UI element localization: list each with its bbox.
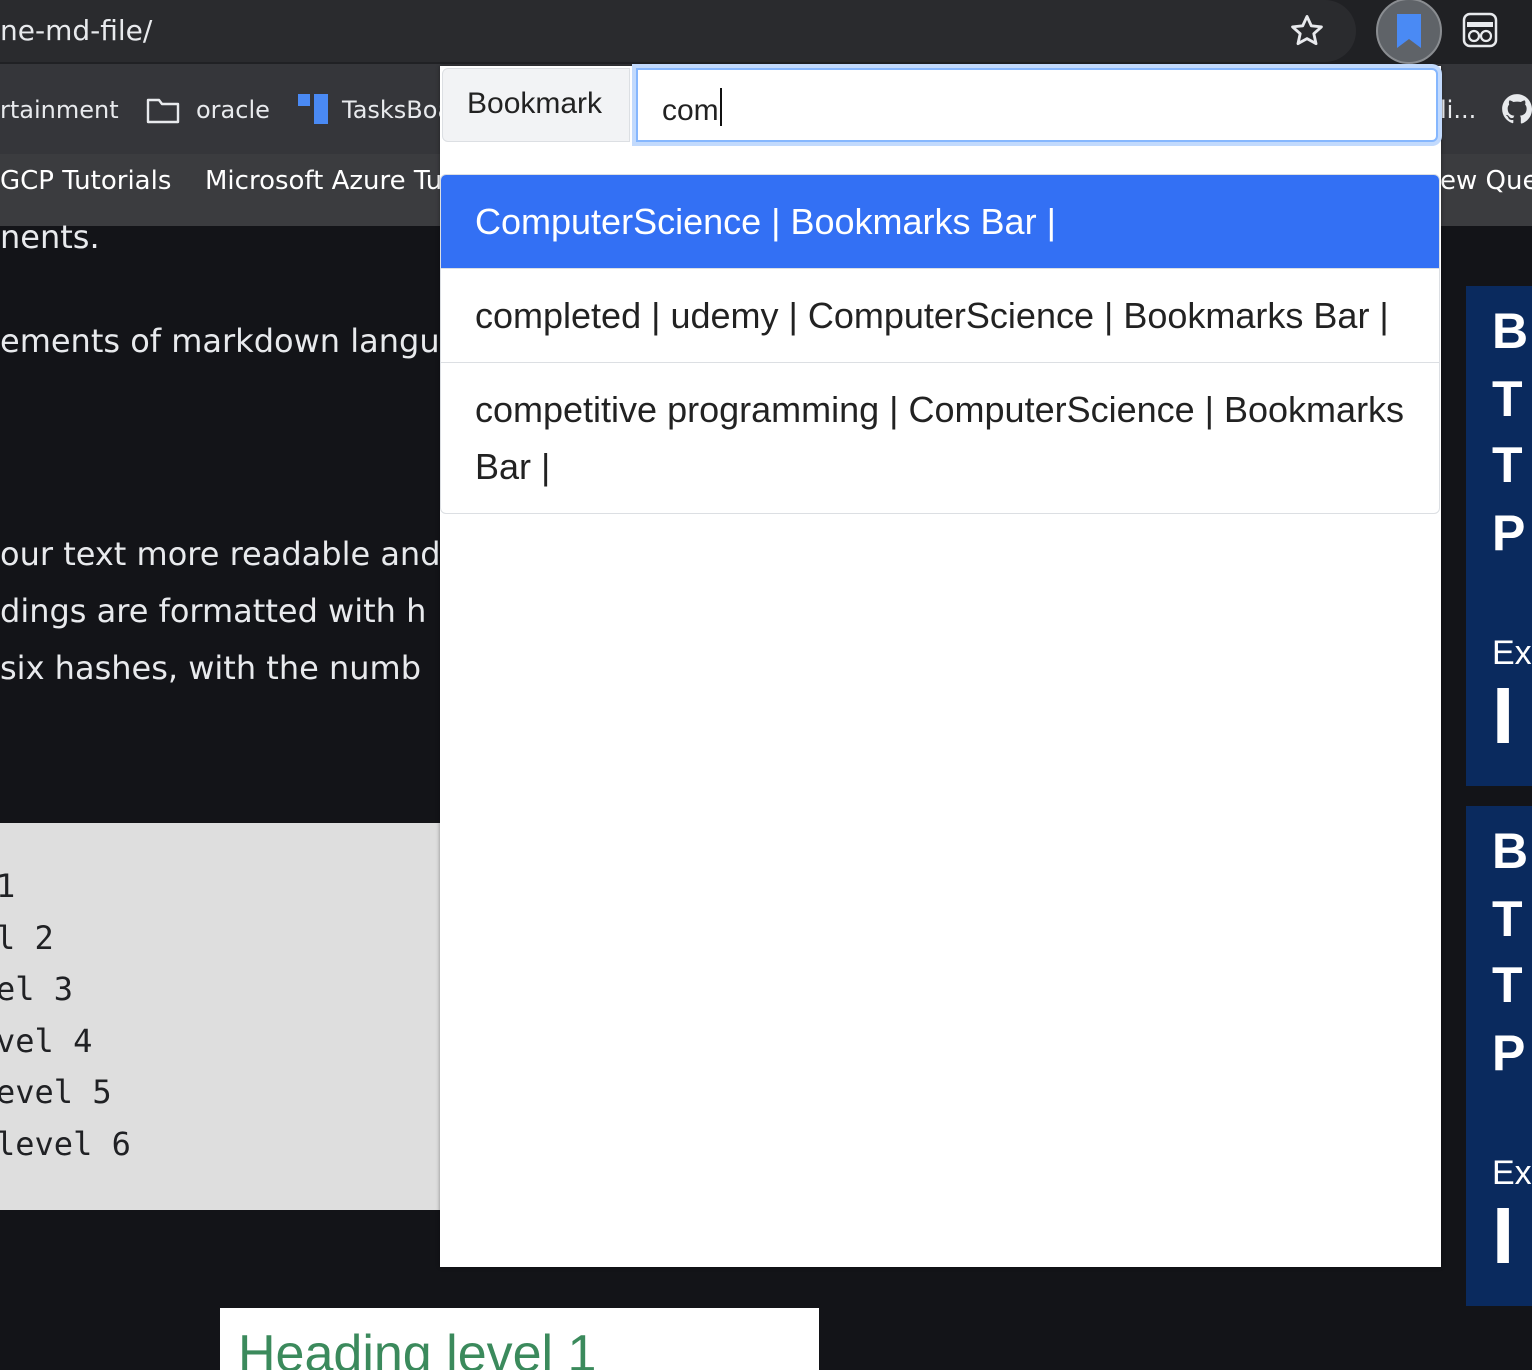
bookmark-gcp-tutorials[interactable]: GCP Tutorials — [0, 166, 171, 196]
ad-text: Ex — [1492, 634, 1532, 672]
folder-icon — [146, 98, 180, 124]
star-icon[interactable] — [1288, 12, 1326, 50]
result-item[interactable]: completed | udemy | ComputerScience | Bo… — [441, 269, 1439, 363]
bookmark-icon — [1397, 14, 1421, 48]
bookmark-new-questions[interactable]: ew Que — [1440, 166, 1532, 196]
ad-text: P — [1492, 1025, 1526, 1081]
code-line: evel 5 — [0, 1073, 112, 1111]
search-input-value: com — [662, 94, 719, 127]
ad-text: P — [1492, 505, 1526, 561]
code-line: 1 — [0, 867, 16, 905]
bookmark-search-input[interactable]: com — [636, 68, 1438, 142]
ad-text: T — [1492, 891, 1523, 947]
ad-text: Ex — [1492, 1154, 1532, 1192]
bookmark-search-popup: Bookmark com ComputerScience | Bookmarks… — [440, 66, 1441, 1267]
results-list: ComputerScience | Bookmarks Bar | comple… — [440, 174, 1440, 514]
bookmark-azure-tutorials[interactable]: Microsoft Azure Tut — [205, 166, 452, 196]
ad-logo: I — [1492, 1191, 1515, 1280]
text-caret — [719, 88, 722, 126]
bookmark-entertainment[interactable]: rtainment — [0, 96, 119, 124]
bookmark-tasksboard[interactable]: TasksBoa — [342, 96, 452, 124]
code-line: vel 4 — [0, 1022, 93, 1060]
address-bar[interactable]: ne-md-file/ — [0, 0, 1356, 62]
code-line: el 3 — [0, 970, 74, 1008]
code-line: level 6 — [0, 1125, 131, 1163]
result-item[interactable]: competitive programming | ComputerScienc… — [441, 363, 1439, 513]
page-text-line: nents. — [0, 218, 100, 256]
page-text-line: dings are formatted with h — [0, 592, 427, 630]
code-block: 1 l 2 el 3 vel 4 evel 5 level 6 — [0, 823, 440, 1210]
heading-preview-text: Heading level 1 — [238, 1325, 597, 1370]
result-item-active[interactable]: ComputerScience | Bookmarks Bar | — [441, 175, 1439, 269]
page-text-line: our text more readable and — [0, 535, 441, 573]
ad-logo: I — [1492, 671, 1515, 760]
ad-text: B — [1492, 823, 1529, 879]
page-text-line: ements of markdown langu — [0, 322, 440, 360]
tasksboard-icon — [298, 94, 328, 124]
url-text[interactable]: ne-md-file/ — [0, 14, 152, 47]
code-line: l 2 — [0, 919, 54, 957]
ad-text: T — [1492, 957, 1523, 1013]
ad-banner[interactable]: B T T P Ex I — [1466, 806, 1532, 1306]
browser-toolbar: ne-md-file/ — [0, 0, 1532, 64]
bookmark-extension-button[interactable] — [1376, 0, 1442, 64]
incognito-extension-icon[interactable] — [1462, 12, 1498, 48]
bookmark-label: Bookmark — [442, 68, 630, 142]
bookmark-truncated[interactable]: li... — [1440, 96, 1476, 124]
ad-text: T — [1492, 371, 1523, 427]
screen: ne-md-file/ rtainment oracle TasksBoa li… — [0, 0, 1532, 1370]
github-icon[interactable] — [1500, 92, 1532, 126]
ad-text: T — [1492, 437, 1523, 493]
ad-banner[interactable]: B T T P Ex I — [1466, 286, 1532, 786]
heading-preview: Heading level 1 — [220, 1308, 819, 1370]
page-text-line: six hashes, with the numb — [0, 649, 422, 687]
ad-text: B — [1492, 303, 1529, 359]
bookmark-oracle[interactable]: oracle — [196, 96, 270, 124]
